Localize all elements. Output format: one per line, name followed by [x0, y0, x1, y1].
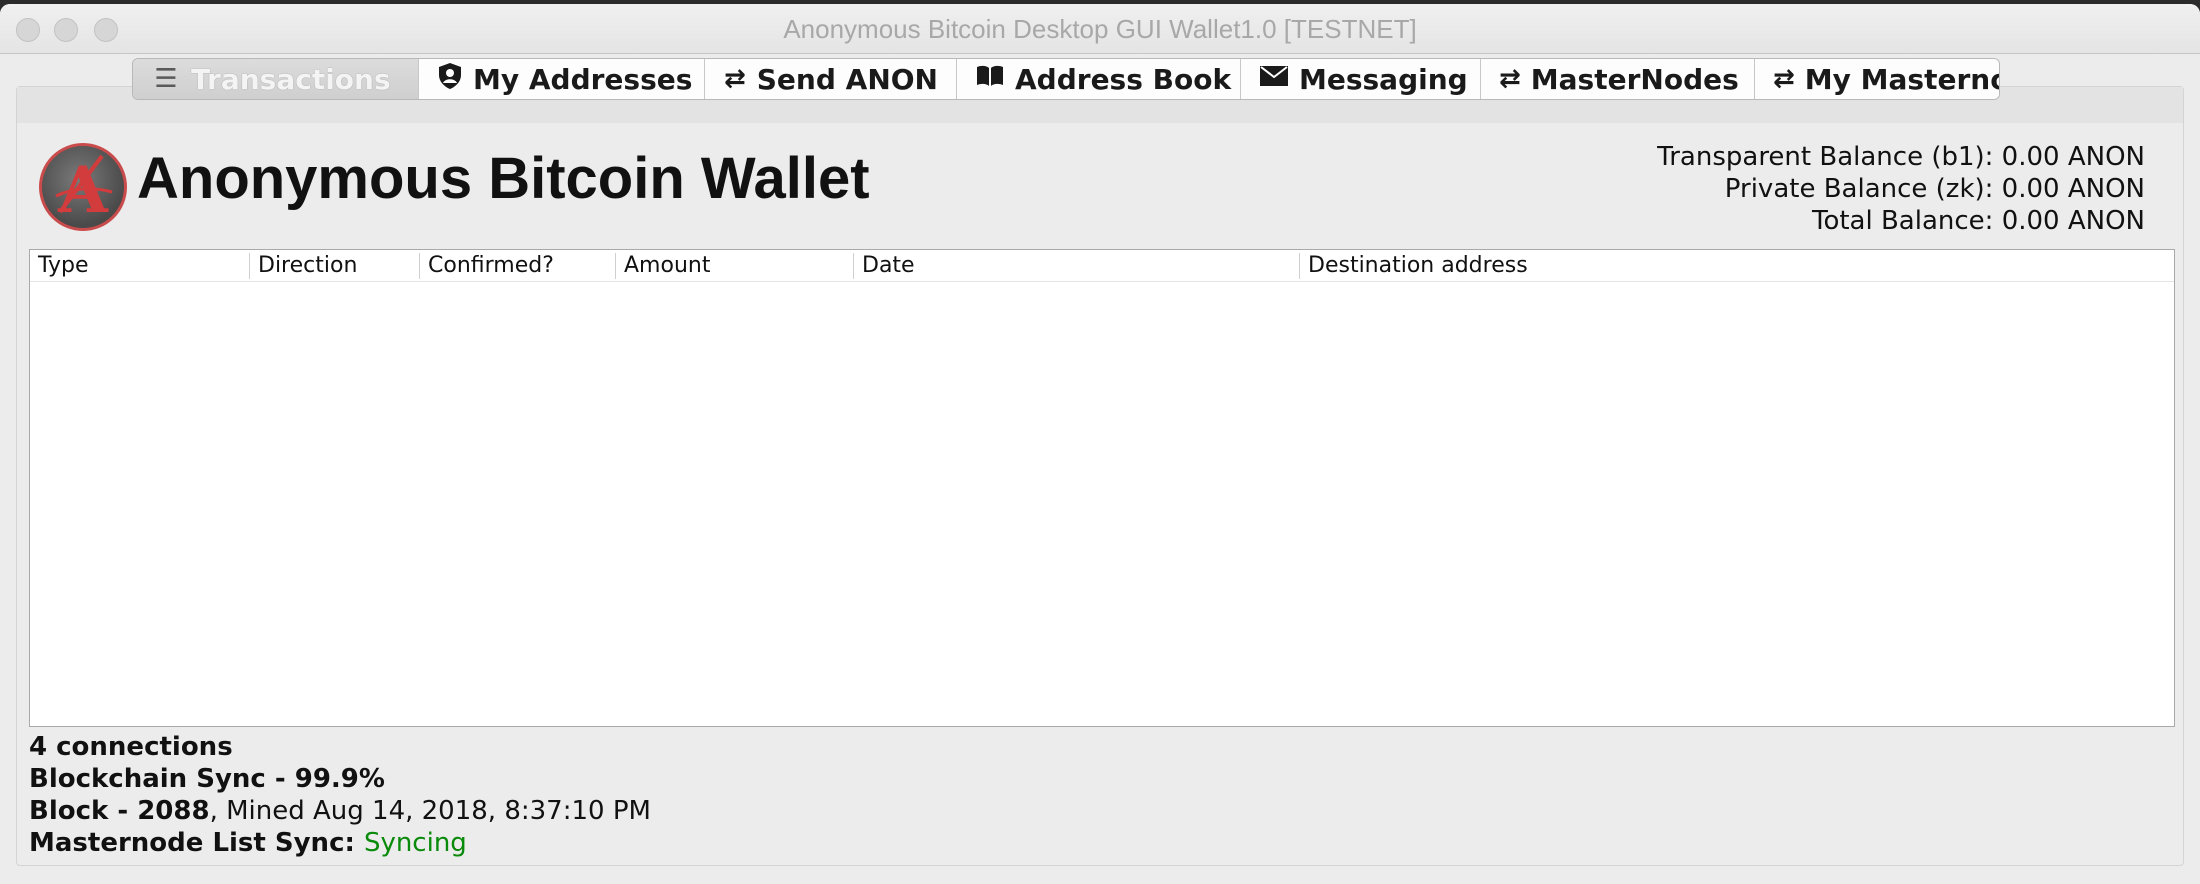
envelope-icon	[1259, 64, 1289, 94]
tab-label: My Masternodes	[1804, 62, 1999, 96]
block-mined-time: , Mined Aug 14, 2018, 8:37:10 PM	[209, 796, 651, 826]
tab-label: Messaging	[1299, 62, 1468, 96]
balances: Transparent Balance (b1): 0.00 ANON Priv…	[1657, 141, 2145, 237]
table-header: Type Direction Confirmed? Amount Date De…	[30, 250, 2174, 282]
tab-messaging[interactable]: Messaging	[1241, 59, 1481, 99]
tab-label: Transactions	[191, 62, 391, 96]
column-confirmed[interactable]: Confirmed?	[419, 253, 615, 279]
masternode-sync-label: Masternode List Sync:	[29, 828, 364, 858]
tab-label: Address Book	[1015, 62, 1232, 96]
tab-label: Send ANON	[756, 62, 938, 96]
transactions-table[interactable]: Type Direction Confirmed? Amount Date De…	[29, 249, 2175, 727]
shuffle-icon: ⇄	[723, 64, 746, 94]
tab-my-addresses[interactable]: My Addresses	[419, 59, 705, 99]
tab-label: MasterNodes	[1530, 62, 1739, 96]
tab-my-masternodes[interactable]: ⇄ My Masternodes	[1755, 59, 1999, 99]
shuffle-icon: ⇄	[1499, 64, 1521, 94]
column-date[interactable]: Date	[853, 253, 1299, 279]
column-destination-address[interactable]: Destination address	[1299, 253, 2173, 279]
shuffle-icon: ⇄	[1773, 64, 1795, 94]
tab-transactions[interactable]: ☰ Transactions	[133, 59, 419, 99]
wallet-title: Anonymous Bitcoin Wallet	[137, 146, 870, 211]
tab-address-book[interactable]: Address Book	[957, 59, 1241, 99]
anon-logo: A	[39, 143, 127, 231]
window-title: Anonymous Bitcoin Desktop GUI Wallet1.0 …	[783, 14, 1417, 44]
total-balance: Total Balance: 0.00 ANON	[1811, 206, 2145, 236]
blockchain-sync-status: Blockchain Sync - 99.9%	[29, 764, 385, 794]
transparent-balance: Transparent Balance (b1): 0.00 ANON	[1657, 142, 2145, 172]
shield-icon	[437, 62, 463, 97]
book-icon	[975, 64, 1005, 95]
block-number: Block - 2088	[29, 796, 210, 826]
list-icon: ☰	[154, 64, 178, 94]
status-area: 4 connections Blockchain Sync - 99.9% Bl…	[29, 731, 651, 859]
tab-bar: ☰ Transactions My Addresses ⇄ Send ANON …	[132, 58, 2000, 100]
column-amount[interactable]: Amount	[615, 253, 853, 279]
masternode-sync-status: Masternode List Sync: Syncing	[29, 827, 651, 859]
title-bar: Anonymous Bitcoin Desktop GUI Wallet1.0 …	[0, 4, 2200, 54]
tab-send-anon[interactable]: ⇄ Send ANON	[705, 59, 957, 99]
tab-label: My Addresses	[473, 62, 693, 96]
connections-status: 4 connections	[29, 732, 233, 762]
masternode-sync-value: Syncing	[363, 828, 467, 858]
app-window: Anonymous Bitcoin Desktop GUI Wallet1.0 …	[0, 4, 2200, 884]
block-status: Block - 2088, Mined Aug 14, 2018, 8:37:1…	[29, 795, 651, 827]
column-type[interactable]: Type	[30, 253, 250, 279]
private-balance: Private Balance (zk): 0.00 ANON	[1724, 174, 2145, 204]
main-panel: A Anonymous Bitcoin Wallet Transparent B…	[16, 86, 2184, 866]
column-direction[interactable]: Direction	[249, 253, 419, 279]
tab-masternodes[interactable]: ⇄ MasterNodes	[1481, 59, 1755, 99]
